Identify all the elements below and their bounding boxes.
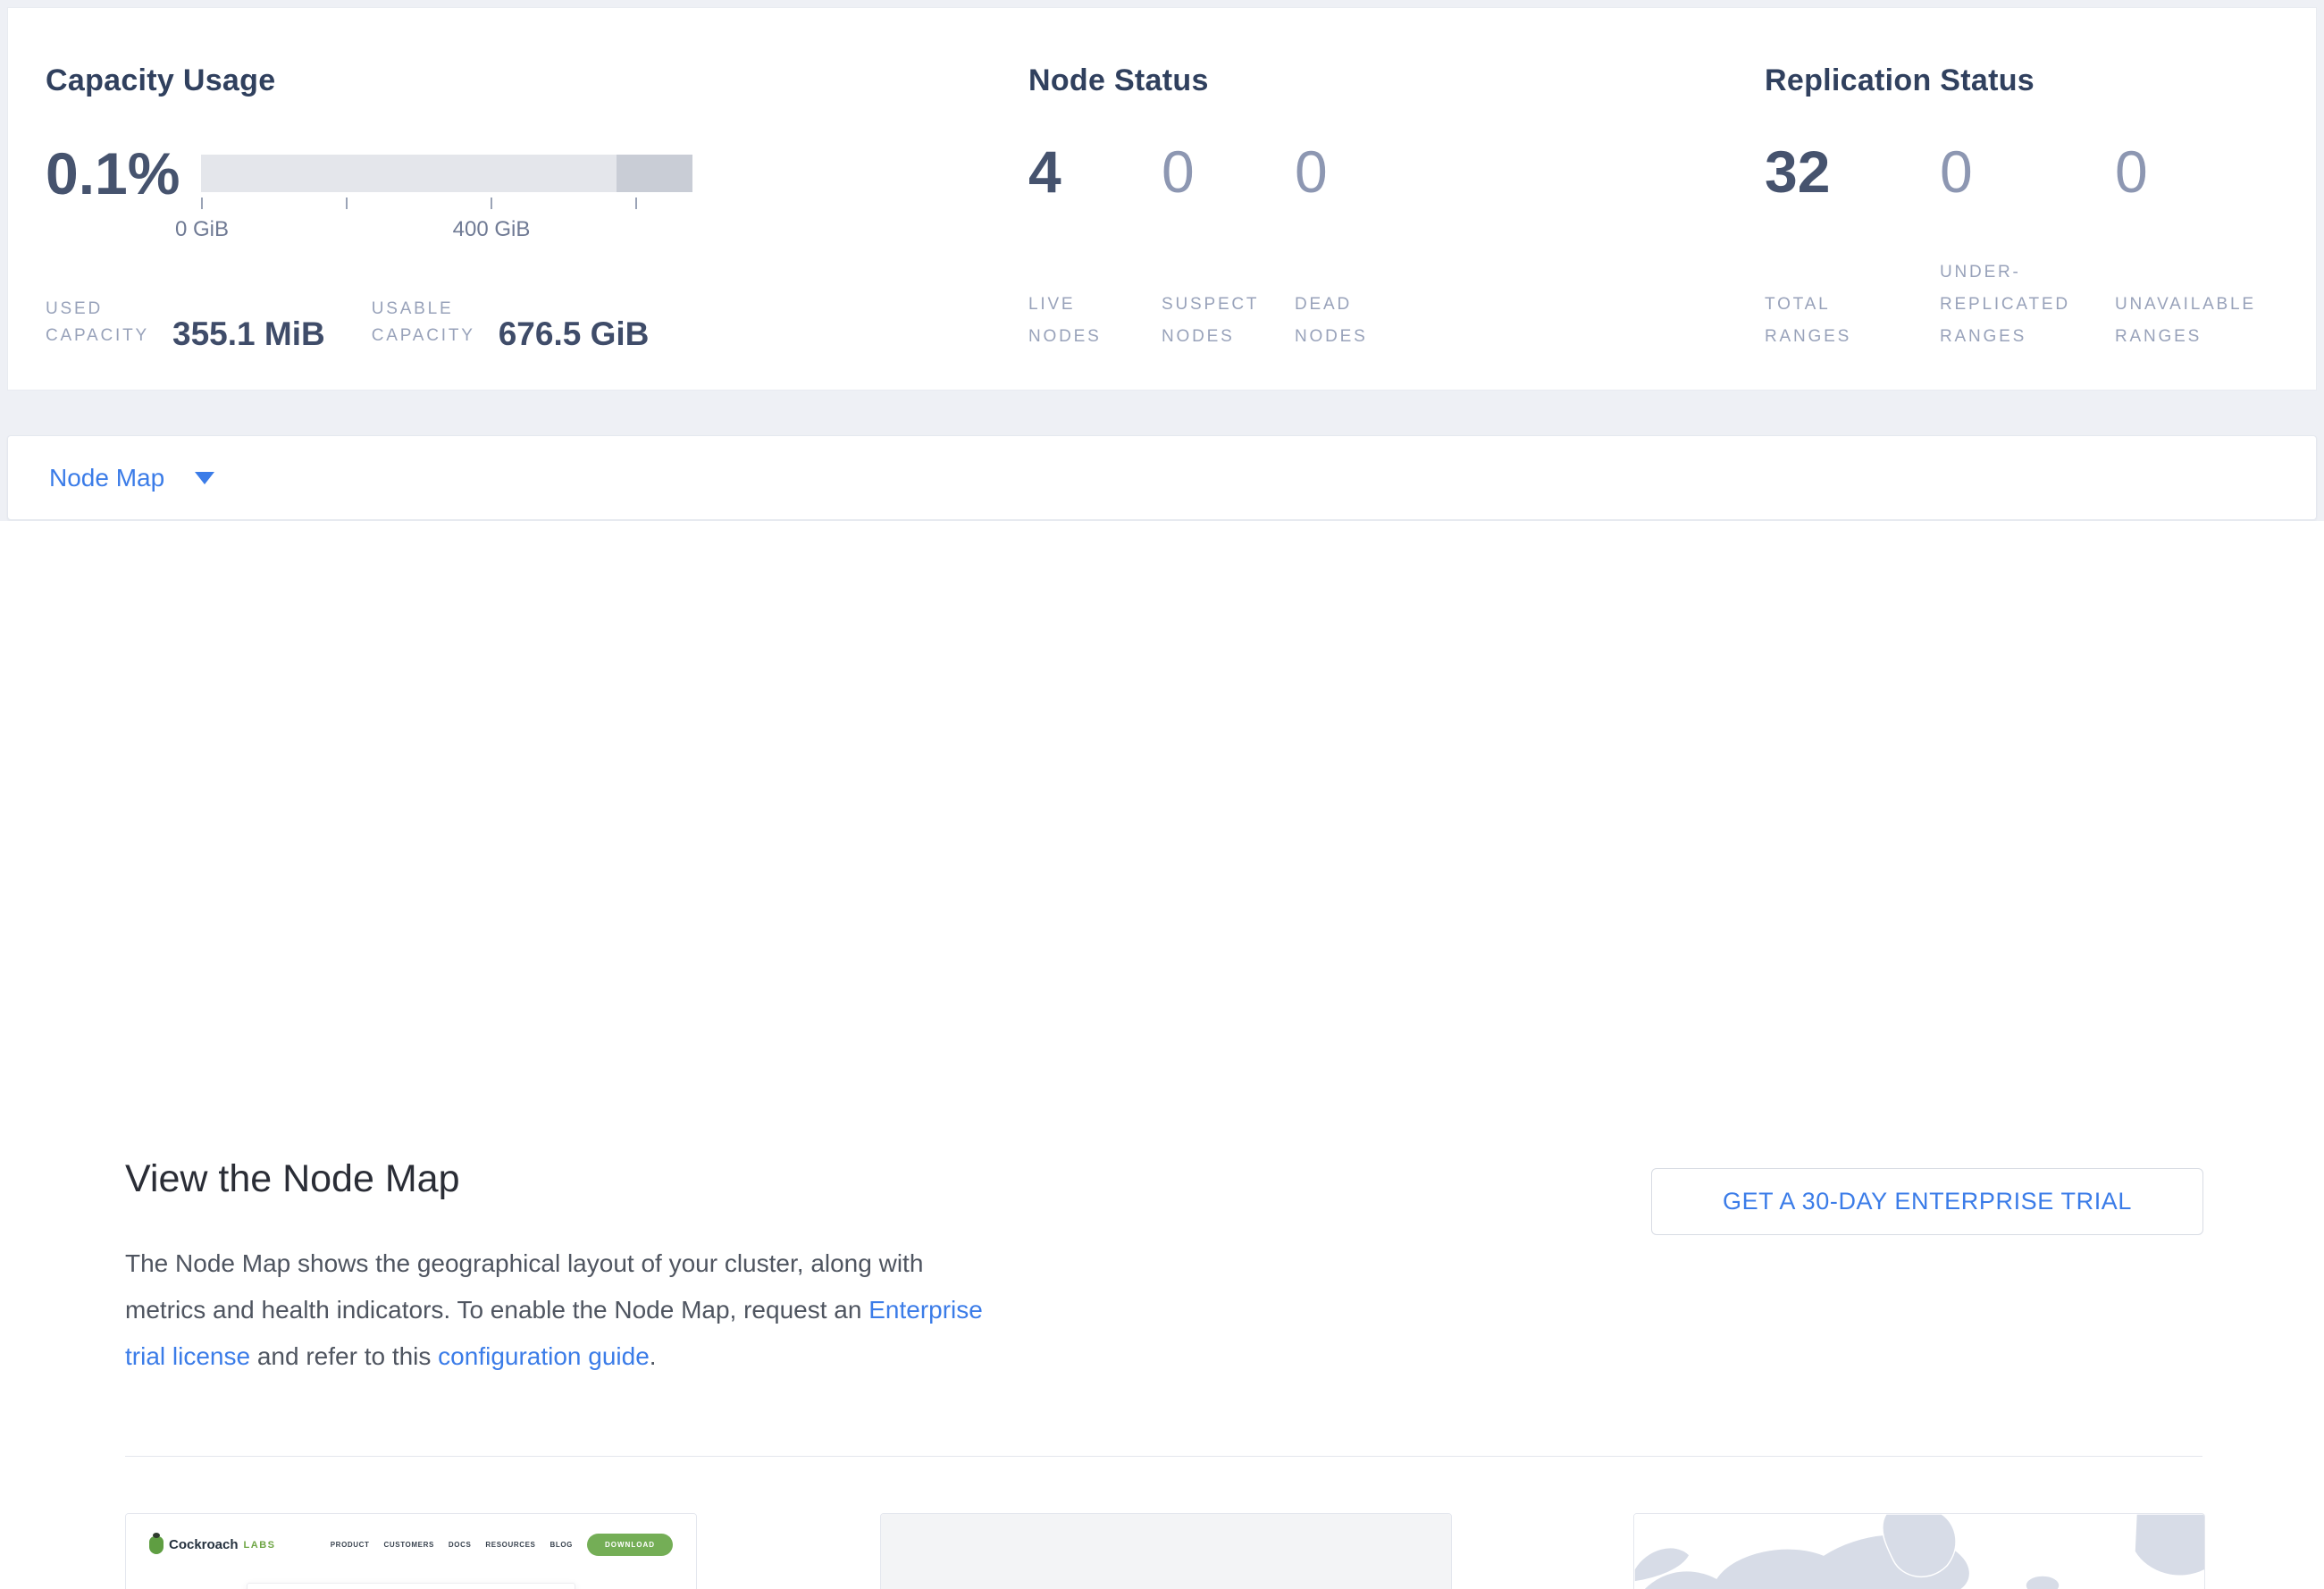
total-ranges-value: 32 <box>1765 142 1940 201</box>
replication-status-values: 32 0 0 <box>1765 142 2290 201</box>
step1-card: Cockroach LABS PRODUCT CUSTOMERS DOCS RE… <box>125 1513 697 1589</box>
node-status-title: Node Status <box>1028 63 1209 98</box>
node-status-labels: LIVE NODES SUSPECT NODES DEAD NODES <box>1028 240 1428 353</box>
capacity-bar-reserved-segment <box>617 155 692 192</box>
axis-tick <box>346 198 348 209</box>
axis-tick-label: 0 GiB <box>130 217 273 242</box>
unavailable-ranges-value: 0 <box>2115 142 2290 201</box>
configuration-guide-link[interactable]: configuration guide <box>438 1342 650 1370</box>
mini-site-header: Cockroach LABS PRODUCT CUSTOMERS DOCS RE… <box>126 1514 696 1556</box>
capacity-usage-title: Capacity Usage <box>46 63 275 98</box>
under-replicated-ranges-label: UNDER- REPLICATED RANGES <box>1940 256 2115 353</box>
suspect-nodes-value: 0 <box>1162 142 1295 201</box>
capacity-used-percent: 0.1% <box>46 144 180 203</box>
page-title: View the Node Map <box>125 1157 460 1201</box>
cluster-summary-panel: Capacity Usage 0.1% 0 GiB 400 GiB USED C… <box>7 7 2317 391</box>
total-ranges-label: TOTAL RANGES <box>1765 289 1940 353</box>
node-map-description: The Node Map shows the geographical layo… <box>125 1240 987 1380</box>
used-capacity-value: 355.1 MiB <box>172 315 325 353</box>
get-enterprise-trial-button[interactable]: GET A 30-DAY ENTERPRISE TRIAL <box>1651 1168 2203 1235</box>
live-nodes-label: LIVE NODES <box>1028 289 1162 353</box>
node-map-preview: 1 geo=sfo 2 Nodes 9% <box>1634 1514 2204 1589</box>
axis-tick <box>635 198 637 209</box>
node-map-view-dropdown[interactable]: Node Map <box>8 436 2316 519</box>
used-capacity-metric: USED CAPACITY 355.1 MiB <box>46 296 325 349</box>
section-divider <box>125 1456 2202 1457</box>
sql-commands-panel: > SET CLUSTER SETTING CLUSTER.ORGANIZATI… <box>881 1514 1451 1589</box>
cockroach-bug-icon <box>149 1536 164 1554</box>
mini-registration-form: Register for a 30-day trial license FIRS… <box>247 1583 575 1589</box>
step2-card: > SET CLUSTER SETTING CLUSTER.ORGANIZATI… <box>880 1513 1452 1589</box>
node-map-intro-section: View the Node Map The Node Map shows the… <box>0 521 2324 1589</box>
dead-nodes-value: 0 <box>1295 142 1428 201</box>
step3-card: 1 geo=sfo 2 Nodes 9% <box>1633 1513 2205 1589</box>
replication-status-labels: TOTAL RANGES UNDER- REPLICATED RANGES UN… <box>1765 240 2290 353</box>
trial-license-form-thumbnail: Cockroach LABS PRODUCT CUSTOMERS DOCS RE… <box>126 1514 696 1589</box>
dead-nodes-label: DEAD NODES <box>1295 289 1428 353</box>
usable-capacity-metric: USABLE CAPACITY 676.5 GiB <box>372 296 650 349</box>
cockroach-labs-logo: Cockroach LABS <box>149 1536 275 1554</box>
axis-tick-label: 400 GiB <box>420 217 563 242</box>
suspect-nodes-label: SUSPECT NODES <box>1162 289 1295 353</box>
chevron-down-icon <box>195 472 214 484</box>
mini-site-nav: PRODUCT CUSTOMERS DOCS RESOURCES BLOG DO… <box>331 1534 673 1556</box>
under-replicated-ranges-value: 0 <box>1940 142 2115 201</box>
capacity-usage-bar <box>201 155 692 192</box>
view-selector-bar: Node Map <box>7 435 2317 520</box>
replication-status-title: Replication Status <box>1765 63 2035 98</box>
capacity-bar-axis: 0 GiB 400 GiB <box>201 198 692 251</box>
axis-tick <box>491 198 492 209</box>
usable-capacity-label: USABLE CAPACITY <box>372 296 475 349</box>
unavailable-ranges-label: UNAVAILABLE RANGES <box>2115 289 2290 353</box>
usable-capacity-value: 676.5 GiB <box>499 315 650 353</box>
node-map-dropdown-label: Node Map <box>49 464 164 492</box>
world-map <box>1634 1514 2204 1589</box>
live-nodes-value: 4 <box>1028 142 1162 201</box>
cluster-overview-page: Capacity Usage 0.1% 0 GiB 400 GiB USED C… <box>0 0 2324 1589</box>
axis-tick <box>201 198 203 209</box>
mini-download-button: DOWNLOAD <box>587 1534 673 1556</box>
capacity-metrics: USED CAPACITY 355.1 MiB USABLE CAPACITY … <box>46 296 649 349</box>
used-capacity-label: USED CAPACITY <box>46 296 149 349</box>
node-status-values: 4 0 0 <box>1028 142 1428 201</box>
